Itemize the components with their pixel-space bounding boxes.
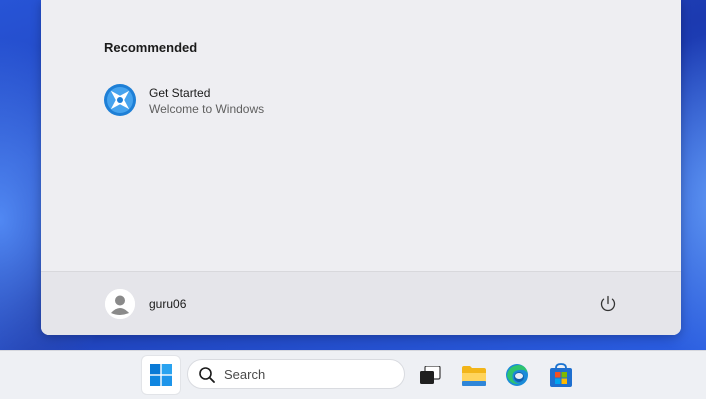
recommended-item-subtitle: Welcome to Windows [149,102,265,116]
edge-icon [505,363,529,387]
user-account-button[interactable]: guru06 [103,287,223,321]
start-button[interactable] [142,356,180,394]
recommended-item-title: Get Started [149,86,211,100]
windows-logo-icon [150,364,172,386]
user-name: guru06 [149,297,187,311]
task-view-icon [419,366,441,386]
get-started-icon [104,84,136,116]
folder-icon [461,365,487,387]
store-icon [550,363,572,387]
start-menu: Recommended Get Started Welcome to Windo… [41,0,681,335]
search-placeholder: Search [224,367,266,382]
recommended-item-get-started[interactable]: Get Started Welcome to Windows [96,76,316,124]
file-explorer-button[interactable] [455,356,493,394]
search-icon [198,366,216,384]
taskbar-search-box[interactable]: Search [187,359,405,389]
user-avatar-icon [105,289,135,319]
microsoft-store-button[interactable] [542,356,580,394]
taskbar: Search [0,350,706,399]
start-menu-footer: guru06 [41,271,681,335]
power-icon[interactable] [596,292,620,316]
recommended-heading: Recommended [104,40,198,55]
edge-browser-button[interactable] [498,356,536,394]
task-view-button[interactable] [410,356,448,394]
